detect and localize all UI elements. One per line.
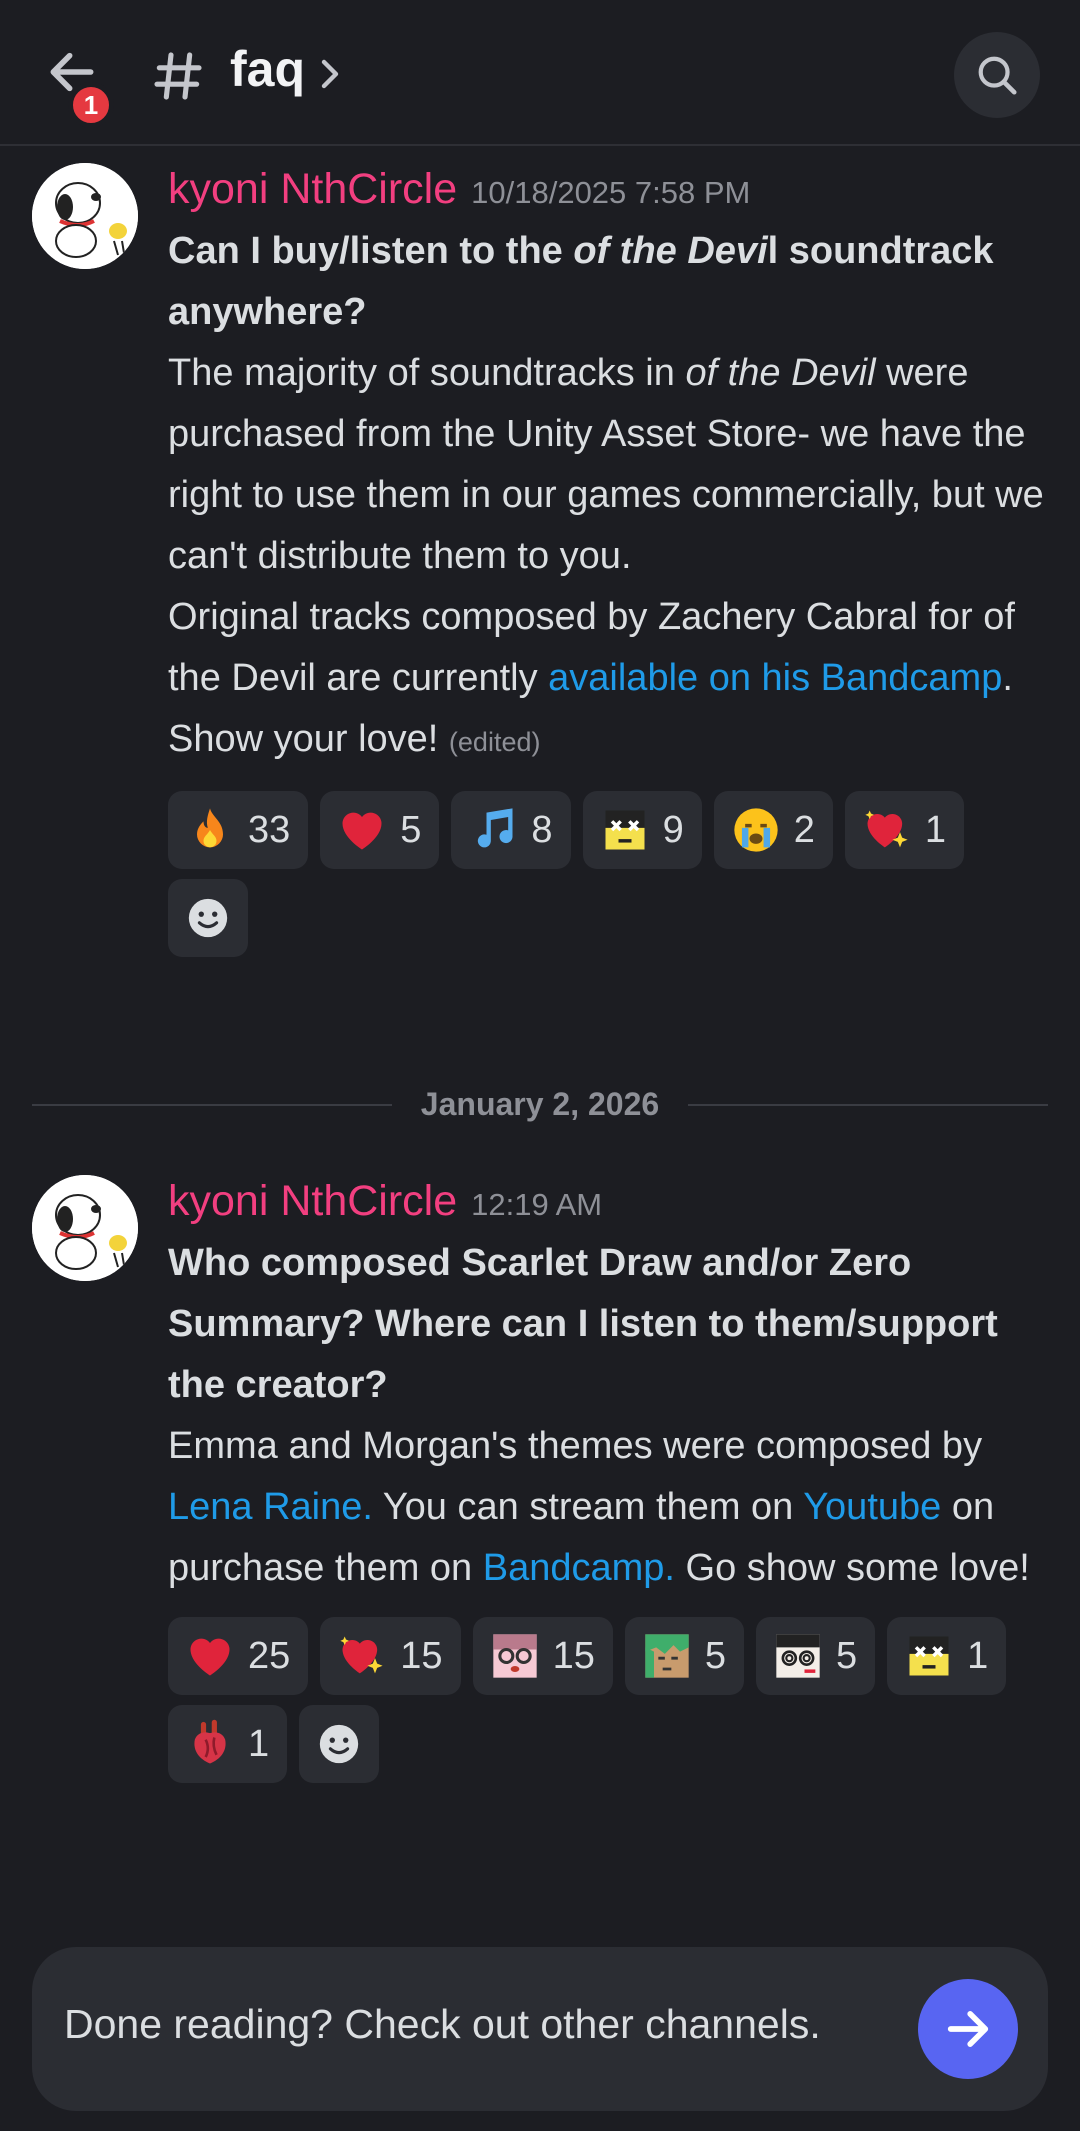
anatomical-heart-icon <box>182 1716 238 1772</box>
message-question: Can I buy/listen to the of the Devil sou… <box>168 230 994 333</box>
reaction-custom-character[interactable]: 1 <box>887 1617 1007 1695</box>
message-timestamp: 10/18/2025 7:58 PM <box>471 175 751 210</box>
hash-icon <box>154 52 202 100</box>
red-heart-icon <box>182 1628 238 1684</box>
custom-character-icon <box>901 1628 957 1684</box>
footer-prompt: Done reading? Check out other channels. <box>64 2001 821 2047</box>
sparkling-heart-icon <box>334 1628 390 1684</box>
reaction-custom-character[interactable]: 9 <box>582 791 702 869</box>
search-icon <box>978 56 1017 95</box>
bandcamp-link[interactable]: available on his Bandcamp <box>548 657 1002 699</box>
date-label: January 2, 2026 <box>420 1086 660 1122</box>
author-name[interactable]: kyoni NthCircle <box>168 165 457 213</box>
chevron-right-icon[interactable] <box>318 56 342 92</box>
music-note-icon <box>465 802 521 858</box>
add-reaction-button[interactable] <box>168 879 248 957</box>
search-button[interactable] <box>954 32 1040 118</box>
custom-spiral-eyes-icon <box>770 1628 826 1684</box>
red-heart-icon <box>334 802 390 858</box>
fire-icon <box>182 802 238 858</box>
reaction-bar: 33 5 8 9 2 1 <box>168 791 1048 957</box>
crying-face-icon <box>728 802 784 858</box>
message-answer-1: The majority of soundtracks in of the De… <box>168 352 1044 577</box>
reaction-fire[interactable]: 33 <box>168 791 309 869</box>
reaction-crying-face[interactable]: 2 <box>713 791 833 869</box>
edited-label: (edited) <box>448 727 541 757</box>
snoopy-avatar-icon <box>32 163 138 269</box>
reaction-custom-girl-glasses[interactable]: 15 <box>472 1617 613 1695</box>
channel-title[interactable]: faq <box>230 40 305 98</box>
avatar[interactable] <box>32 1175 138 1281</box>
notification-badge: 1 <box>68 82 114 128</box>
snoopy-avatar-icon <box>32 1175 138 1281</box>
author-name[interactable]: kyoni NthCircle <box>168 1177 457 1225</box>
reaction-sparkling-heart[interactable]: 1 <box>844 791 964 869</box>
arrow-right-icon <box>947 2011 989 2047</box>
read-only-footer: Done reading? Check out other channels. <box>32 1947 1048 2111</box>
smiley-icon <box>319 1724 359 1764</box>
message-answer: Emma and Morgan's themes were composed b… <box>168 1425 1030 1589</box>
reaction-sparkling-heart[interactable]: 15 <box>320 1617 461 1695</box>
lena-raine-link[interactable]: Lena Raine. <box>168 1486 373 1528</box>
custom-green-hair-icon <box>639 1628 695 1684</box>
message-timestamp: 12:19 AM <box>471 1187 603 1222</box>
reaction-red-heart[interactable]: 5 <box>320 791 440 869</box>
browse-channels-button[interactable] <box>918 1979 1018 2079</box>
reaction-music-note[interactable]: 8 <box>451 791 571 869</box>
add-reaction-button[interactable] <box>299 1705 380 1783</box>
bandcamp-link[interactable]: Bandcamp. <box>483 1547 675 1589</box>
reaction-anatomical-heart[interactable]: 1 <box>168 1705 288 1783</box>
date-divider: January 2, 2026 <box>32 1084 1048 1124</box>
reaction-red-heart[interactable]: 25 <box>168 1617 309 1695</box>
message-answer-2: Original tracks composed by Zachery Cabr… <box>168 596 1015 760</box>
reaction-custom-spiral-eyes[interactable]: 5 <box>755 1617 876 1695</box>
reaction-custom-green-hair[interactable]: 5 <box>624 1617 744 1695</box>
channel-header: 1 faq <box>0 0 1080 146</box>
sparkling-heart-icon <box>859 802 915 858</box>
avatar[interactable] <box>32 163 138 269</box>
message-question: Who composed Scarlet Draw and/or Zero Su… <box>168 1242 998 1406</box>
smiley-icon <box>188 898 228 938</box>
youtube-link[interactable]: Youtube <box>803 1486 941 1528</box>
reaction-bar: 25 15 15 5 5 1 1 <box>168 1617 1048 1783</box>
custom-girl-glasses-icon <box>487 1628 543 1684</box>
custom-character-icon <box>597 802 653 858</box>
